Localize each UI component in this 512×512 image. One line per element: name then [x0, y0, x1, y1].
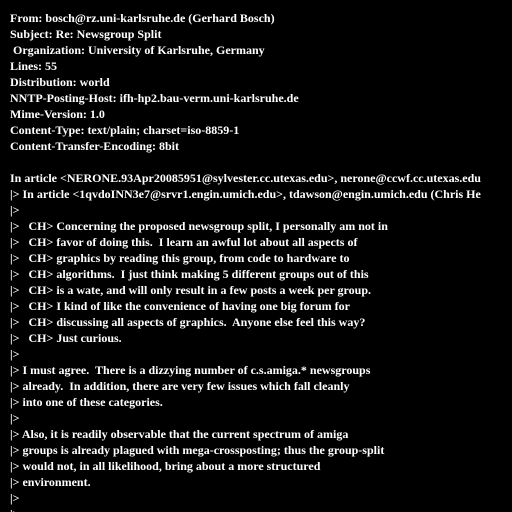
- quoted-line: |> Also, it is readily observable that t…: [10, 427, 349, 441]
- quoted-line: |>: [10, 203, 20, 217]
- header-distribution: Distribution: world: [10, 75, 110, 89]
- attribution-line: In article <NERONE.93Apr20085951@sylvest…: [10, 171, 481, 185]
- header-organization: Organization: University of Karlsruhe, G…: [10, 43, 265, 57]
- quoted-line: |>: [10, 491, 20, 505]
- header-lines: Lines: 55: [10, 59, 58, 73]
- quoted-line: |> CH> Just curious.: [10, 331, 122, 345]
- quoted-line: |>: [10, 506, 19, 512]
- newsgroup-message-view: From: bosch@rz.uni-karlsruhe.de (Gerhard…: [0, 0, 512, 512]
- quoted-line: |> groups is already plagued with mega-c…: [10, 443, 385, 457]
- header-from: From: bosch@rz.uni-karlsruhe.de (Gerhard…: [10, 11, 275, 25]
- quoted-line: |> CH> is a wate, and will only result i…: [10, 283, 372, 297]
- quoted-line: |> already. In addition, there are very …: [10, 379, 350, 393]
- header-mime-version: Mime-Version: 1.0: [10, 107, 105, 121]
- quoted-line: |> CH> Concerning the proposed newsgroup…: [10, 219, 388, 233]
- quoted-attribution-line: |> In article <1qvdoINN3e7@srvr1.engin.u…: [10, 187, 481, 201]
- quoted-line: |> CH> discussing all aspects of graphic…: [10, 315, 366, 329]
- header-content-transfer-encoding: Content-Transfer-Encoding: 8bit: [10, 139, 179, 153]
- quoted-line: |> CH> favor of doing this. I learn an a…: [10, 235, 358, 249]
- quoted-line: |> environment.: [10, 475, 91, 489]
- header-nntp-posting-host: NNTP-Posting-Host: ifh-hp2.bau-verm.uni-…: [10, 91, 299, 105]
- quoted-line: |> would not, in all likelihood, bring a…: [10, 459, 321, 473]
- quoted-line: |> into one of these categories.: [10, 395, 163, 409]
- header-content-type: Content-Type: text/plain; charset=iso-88…: [10, 123, 240, 137]
- quoted-line: |> CH> graphics by reading this group, f…: [10, 251, 350, 265]
- quoted-line: |> CH> I kind of like the convenience of…: [10, 299, 350, 313]
- quoted-line: |> CH> algorithms. I just think making 5…: [10, 267, 369, 281]
- header-subject: Subject: Re: Newsgroup Split: [10, 27, 162, 41]
- quoted-line: |>: [10, 411, 20, 425]
- quoted-line: |> I must agree. There is a dizzying num…: [10, 363, 371, 377]
- quoted-line: |>: [10, 347, 20, 361]
